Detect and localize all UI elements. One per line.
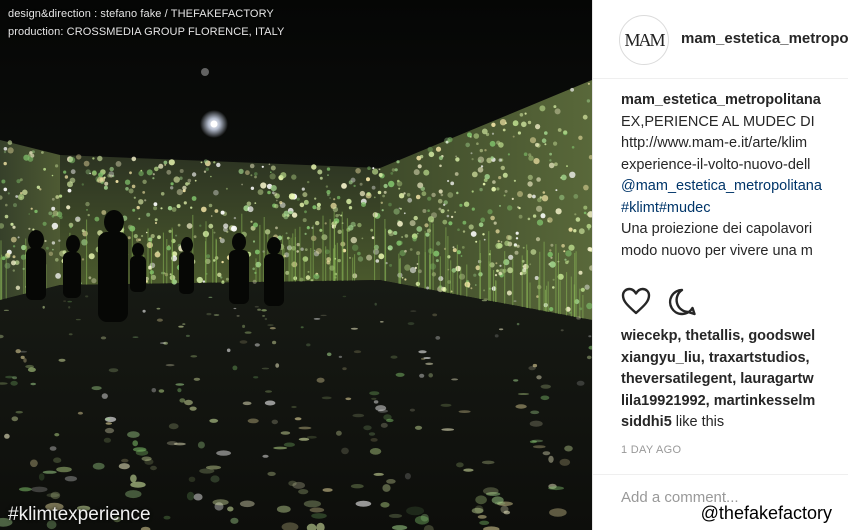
post-photo: design&direction : stefano fake / THEFAK… xyxy=(0,0,592,530)
post-header: MAM mam_estetica_metropolitana xyxy=(593,0,848,79)
exhibition-image xyxy=(0,0,592,530)
caption-mention[interactable]: @mam_estetica_metropolitana xyxy=(621,176,848,198)
watermark: @thefakefactory xyxy=(698,503,834,524)
credit-production: production: CROSSMEDIA GROUP FLORENCE, I… xyxy=(8,26,285,38)
caption-line: Una proiezione dei capolavori xyxy=(621,221,813,237)
post-timestamp[interactable]: 1 DAY AGO xyxy=(621,444,681,456)
screenshot: design&direction : stefano fake / THEFAK… xyxy=(0,0,848,530)
comment-icon[interactable] xyxy=(667,287,697,322)
likes-line[interactable]: theversatilegent, lauragartw xyxy=(621,371,814,387)
post-side-panel: MAM mam_estetica_metropolitana mam_estet… xyxy=(592,0,848,530)
caption-line: experience-il-volto-nuovo-dell xyxy=(621,156,811,173)
avatar-logo-text: MAM xyxy=(624,29,665,50)
likes-suffix: like this xyxy=(671,414,725,430)
likes-line[interactable]: lila19921992, martinkesselm xyxy=(621,393,815,409)
caption-line: modo nuovo per vivere una m xyxy=(621,242,813,259)
likes-list: wiecekp, thetallis, goodswel xiangyu_liu… xyxy=(621,326,815,434)
caption-hashtags[interactable]: #klimt#mudec xyxy=(621,198,848,220)
caption-username[interactable]: mam_estetica_metropolitana xyxy=(621,90,848,112)
likes-line[interactable]: xiangyu_liu, traxartstudios, xyxy=(621,350,810,366)
caption-line: EX,PERIENCE AL MUDEC DI xyxy=(621,113,815,130)
likes-last-user[interactable]: siddhi5 xyxy=(621,414,672,430)
photo-hashtag: #klimtexperience xyxy=(8,504,151,525)
header-username[interactable]: mam_estetica_metropolitana xyxy=(681,30,848,47)
heart-icon[interactable] xyxy=(621,287,651,320)
caption-link[interactable]: http://www.mam-e.it/arte/klim xyxy=(621,133,848,155)
avatar[interactable]: MAM xyxy=(619,15,669,65)
post-caption: mam_estetica_metropolitana EX,PERIENCE A… xyxy=(621,90,848,262)
likes-line[interactable]: wiecekp, thetallis, goodswel xyxy=(621,328,815,344)
credit-design: design&direction : stefano fake / THEFAK… xyxy=(8,8,274,20)
